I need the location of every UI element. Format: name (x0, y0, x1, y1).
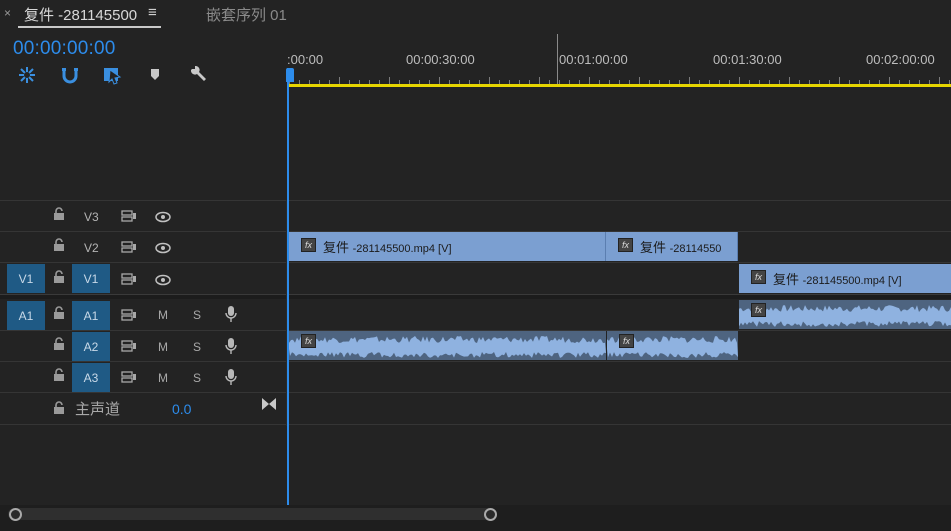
playhead-timecode[interactable]: 00:00:00:00 (13, 38, 116, 60)
toggle-sync-lock-icon[interactable] (121, 209, 137, 227)
clip-name: 复件 -281145500.mp4 [V] (323, 240, 452, 255)
solo-button[interactable]: S (193, 308, 201, 322)
video-clip-v2-2[interactable]: fx 复件 -28114550 (606, 232, 738, 261)
ruler-tick (639, 77, 640, 84)
fx-badge: fx (751, 270, 766, 284)
audio-clip-a2-1[interactable]: fx (289, 331, 606, 360)
lock-icon[interactable] (53, 306, 65, 322)
master-volume-value[interactable]: 0.0 (172, 401, 191, 417)
video-clip-v1[interactable]: fx 复件 -281145500.mp4 [V] (739, 264, 951, 293)
ruler-tick (539, 77, 540, 84)
snap-icon[interactable] (16, 64, 38, 86)
toggle-sync-lock-icon[interactable] (121, 240, 137, 258)
row-divider (0, 424, 951, 425)
row-divider (0, 361, 951, 362)
row-divider (0, 200, 951, 201)
solo-button[interactable]: S (193, 340, 201, 354)
row-divider (0, 262, 951, 263)
lock-icon[interactable] (53, 337, 65, 353)
add-marker-icon[interactable] (101, 64, 123, 86)
audio-waveform (289, 336, 606, 358)
ruler-label-1m: 00:01:00:00 (559, 52, 628, 67)
lock-icon[interactable] (53, 207, 65, 223)
fx-badge: fx (301, 334, 316, 348)
lock-icon[interactable] (53, 401, 65, 417)
ruler-tick (689, 77, 690, 84)
track-target-v1[interactable]: V1 (72, 264, 110, 293)
ruler-label-30s: 00:00:30:00 (406, 52, 475, 67)
master-track-label: 主声道 (75, 401, 121, 418)
fx-badge: fx (751, 303, 766, 317)
source-patch-v1[interactable]: V1 (7, 264, 45, 293)
fx-badge: fx (618, 238, 633, 252)
linked-selection-icon[interactable] (59, 64, 81, 86)
mute-button[interactable]: M (158, 340, 168, 354)
active-tab-underline (18, 26, 161, 28)
eye-icon[interactable] (155, 241, 171, 259)
marker-icon[interactable] (146, 64, 168, 86)
solo-button[interactable]: S (193, 371, 201, 385)
fx-badge: fx (619, 334, 634, 348)
lock-icon[interactable] (53, 238, 65, 254)
tab-nested-sequence[interactable]: 嵌套序列 01 (206, 4, 287, 25)
audio-clip-a2-2[interactable]: fx (607, 331, 738, 360)
playhead-line[interactable] (287, 68, 289, 505)
ruler-label-2m: 00:02:00:00 (866, 52, 935, 67)
eye-icon[interactable] (155, 210, 171, 228)
track-target-a1[interactable]: A1 (72, 301, 110, 330)
eye-icon[interactable] (155, 273, 171, 291)
work-area-bar[interactable] (289, 84, 951, 87)
toggle-sync-lock-icon[interactable] (121, 308, 137, 326)
lock-icon[interactable] (53, 270, 65, 286)
master-expand-icon[interactable] (261, 397, 277, 416)
microphone-icon[interactable] (225, 368, 237, 391)
track-name-v2: V2 (84, 241, 99, 255)
track-target-a3[interactable]: A3 (72, 363, 110, 392)
lock-icon[interactable] (53, 368, 65, 384)
track-name-v3: V3 (84, 210, 99, 224)
scrollbar-left-handle[interactable] (9, 508, 22, 521)
ruler-tick (439, 77, 440, 84)
wrench-icon[interactable] (187, 64, 209, 86)
mute-button[interactable]: M (158, 371, 168, 385)
toggle-sync-lock-icon[interactable] (121, 339, 137, 357)
toggle-sync-lock-icon[interactable] (121, 272, 137, 290)
video-audio-divider[interactable] (0, 294, 951, 299)
ruler-tick (489, 77, 490, 84)
source-patch-a1[interactable]: A1 (7, 301, 45, 330)
ruler-tick (839, 77, 840, 84)
fx-badge: fx (301, 238, 316, 252)
ruler-tick (889, 77, 890, 84)
ruler-label-1m30s: 00:01:30:00 (713, 52, 782, 67)
clip-name: 复件 -281145500.mp4 [V] (773, 272, 902, 287)
microphone-icon[interactable] (225, 305, 237, 328)
tab-sequence-active[interactable]: 复件 -281145500 (24, 4, 137, 25)
ruler-label-0: :00:00 (287, 52, 324, 67)
scrollbar-right-handle[interactable] (484, 508, 497, 521)
waveform-shape (289, 336, 606, 358)
waveform-shape (739, 305, 951, 327)
track-target-a2[interactable]: A2 (72, 332, 110, 361)
scrollbar-thumb[interactable] (8, 508, 494, 520)
video-clip-v2-1[interactable]: fx 复件 -281145500.mp4 [V] (289, 232, 606, 261)
toggle-sync-lock-icon[interactable] (121, 370, 137, 388)
ruler-tick (939, 77, 940, 84)
ruler-tick (739, 77, 740, 84)
mute-button[interactable]: M (158, 308, 168, 322)
audio-clip-a1[interactable]: fx (739, 300, 951, 329)
ruler-major-tick (557, 34, 558, 84)
playhead-handle[interactable] (286, 68, 294, 82)
clip-name: 复件 -28114550 (640, 240, 722, 255)
ruler-tick (339, 77, 340, 84)
panel-menu-icon[interactable]: ≡ (148, 4, 157, 21)
ruler-tick (789, 77, 790, 84)
ruler-tick (589, 77, 590, 84)
microphone-icon[interactable] (225, 337, 237, 360)
close-tab-icon[interactable]: × (4, 6, 11, 20)
row-divider (0, 392, 951, 393)
audio-waveform (739, 305, 951, 327)
ruler-tick (389, 77, 390, 84)
